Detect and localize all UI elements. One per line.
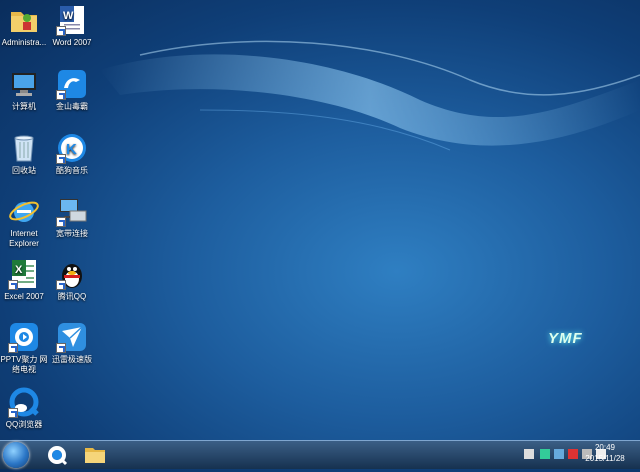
computer-icon xyxy=(8,68,40,100)
desktop-icon-administrator[interactable]: Administra... xyxy=(0,4,48,48)
desktop-icon-computer[interactable]: 计算机 xyxy=(0,68,48,112)
kugou-music-icon: K xyxy=(56,132,88,164)
icon-label: 宽带连接 xyxy=(56,229,88,238)
icon-label: Word 2007 xyxy=(52,38,92,47)
shortcut-arrow-icon xyxy=(56,26,66,36)
shortcut-arrow-icon xyxy=(56,217,66,227)
svg-text:X: X xyxy=(15,264,23,276)
icon-label: 腾讯QQ xyxy=(57,292,87,301)
shortcut-arrow-icon xyxy=(8,280,18,290)
desktop-icon-qq-browser[interactable]: QQ浏览器 xyxy=(0,386,48,430)
icon-label: Internet Explorer xyxy=(9,229,39,248)
desktop-icon-qq[interactable]: 腾讯QQ xyxy=(48,258,96,302)
shortcut-arrow-icon xyxy=(8,408,18,418)
icon-label: PPTV聚力 网络电视 xyxy=(0,355,48,374)
qq-penguin-icon xyxy=(56,258,88,290)
desktop-icon-kingsoft[interactable]: 金山毒霸 xyxy=(48,68,96,112)
taskbar-qq-browser-button[interactable] xyxy=(38,443,76,467)
excel-icon: X xyxy=(8,258,40,290)
desktop-icon-word-2007[interactable]: W Word 2007 xyxy=(48,4,96,48)
xunlei-icon xyxy=(56,321,88,353)
desktop-icon-kugou[interactable]: K 酷狗音乐 xyxy=(48,132,96,176)
icon-label: 酷狗音乐 xyxy=(56,166,88,175)
tray-security-icon[interactable] xyxy=(540,449,550,459)
internet-explorer-icon xyxy=(8,195,40,227)
file-explorer-icon xyxy=(85,448,105,463)
desktop-icon-excel-2007[interactable]: X Excel 2007 xyxy=(0,258,48,302)
shortcut-arrow-icon xyxy=(8,343,18,353)
desktop-icon-broadband[interactable]: 宽带连接 xyxy=(48,195,96,239)
word-icon: W xyxy=(56,4,88,36)
taskbar: 20:49 2015/11/28 xyxy=(0,440,640,469)
icon-label: Excel 2007 xyxy=(4,292,44,301)
icon-label: 回收站 xyxy=(12,166,36,175)
shortcut-arrow-icon xyxy=(56,154,66,164)
desktop-icon-pptv[interactable]: PPTV聚力 网络电视 xyxy=(0,321,48,375)
tray-network-icon[interactable] xyxy=(524,449,534,459)
kingsoft-antivirus-icon xyxy=(56,68,88,100)
clock-time: 20:49 xyxy=(594,443,616,452)
icon-label: QQ浏览器 xyxy=(5,420,43,429)
shortcut-arrow-icon xyxy=(56,90,66,100)
desktop: Administra... W Word 2007 计算机 金山毒霸 回收站 K xyxy=(0,0,640,440)
pptv-icon xyxy=(8,321,40,353)
icon-label: 迅雷极速版 xyxy=(52,355,92,364)
icon-label: 计算机 xyxy=(12,102,36,111)
desktop-icon-internet-explorer[interactable]: Internet Explorer xyxy=(0,195,48,249)
broadband-connection-icon xyxy=(56,195,88,227)
qq-browser-icon xyxy=(48,446,68,466)
user-folder-icon xyxy=(8,4,40,36)
desktop-icon-xunlei[interactable]: 迅雷极速版 xyxy=(48,321,96,365)
shortcut-arrow-icon xyxy=(56,280,66,290)
clock-date: 2015/11/28 xyxy=(585,454,625,463)
recycle-bin-icon xyxy=(8,132,40,164)
svg-text:W: W xyxy=(63,10,74,22)
taskbar-explorer-button[interactable] xyxy=(76,443,114,467)
shortcut-arrow-icon xyxy=(56,343,66,353)
icon-label: 金山毒霸 xyxy=(56,102,88,111)
clock[interactable]: 20:49 2015/11/28 xyxy=(576,442,634,464)
desktop-icon-recycle-bin[interactable]: 回收站 xyxy=(0,132,48,176)
start-button[interactable] xyxy=(3,442,29,468)
svg-text:K: K xyxy=(66,141,77,158)
qq-browser-icon xyxy=(8,386,40,418)
tray-display-icon[interactable] xyxy=(554,449,564,459)
icon-label: Administra... xyxy=(1,38,47,47)
